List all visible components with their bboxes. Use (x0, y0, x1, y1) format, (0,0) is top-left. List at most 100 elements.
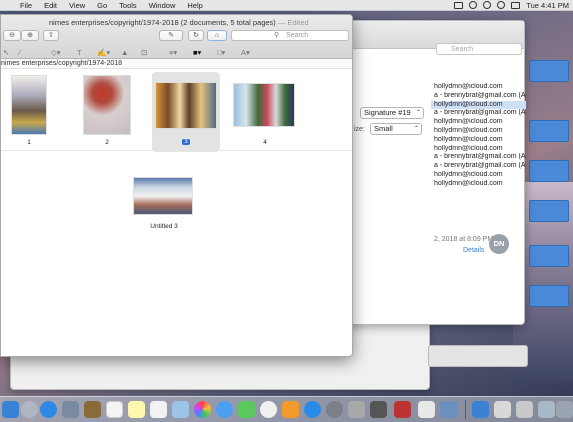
markup-toolbox-button[interactable]: ⌂ (207, 30, 227, 41)
battery-icon[interactable] (511, 1, 521, 9)
itunes-icon[interactable] (260, 401, 277, 418)
background-panel (428, 345, 528, 367)
finder-icon[interactable] (2, 401, 19, 418)
zoom-out-button[interactable]: ⊖ (3, 30, 21, 41)
document-divider (1, 150, 352, 151)
window-title-text: nimes enterprises/copyright/1974-2018 (2… (49, 18, 276, 27)
maps-icon[interactable] (172, 401, 189, 418)
size-select[interactable]: Small ⌃ (370, 123, 422, 135)
notes-icon[interactable] (128, 401, 145, 418)
document-thumbnail-untitled-3[interactable]: Untitled 3 (129, 175, 199, 249)
menu-file[interactable]: File (14, 1, 38, 10)
path-bar: nimes enterprises/copyright/1974-2018 (1, 59, 352, 69)
display-icon[interactable] (454, 1, 464, 9)
desktop-file-icon[interactable] (529, 160, 569, 182)
window-title: nimes enterprises/copyright/1974-2018 (2… (49, 18, 309, 27)
search-input[interactable]: ⚲ Search (231, 30, 349, 41)
recipient-row[interactable]: hollydmn@icloud.com (431, 100, 526, 110)
title-bar: nimes enterprises/copyright/1974-2018 (2… (1, 15, 352, 59)
menu-edit[interactable]: Edit (38, 1, 63, 10)
recipient-row[interactable]: hollydmn@icloud.com (431, 118, 526, 127)
menu-window[interactable]: Window (143, 1, 182, 10)
shapes-icon[interactable]: ◇▾ (51, 48, 61, 57)
sketch-icon[interactable]: ∕ (19, 48, 20, 57)
rotate-button[interactable]: ↻ (188, 30, 204, 41)
app-store-icon[interactable] (304, 401, 321, 418)
contacts-icon[interactable] (84, 401, 101, 418)
signature-value: Signature #19 (364, 108, 411, 117)
recipient-row[interactable]: hollydmn@icloud.com (431, 136, 526, 145)
desktop-file-icon[interactable] (529, 60, 569, 82)
preview-app-icon[interactable] (348, 401, 365, 418)
desktop-file-icon[interactable] (529, 245, 569, 267)
menubar-clock[interactable]: Tue 4:41 PM (526, 1, 569, 10)
acrobat-icon[interactable] (394, 401, 411, 418)
adjust-size-icon[interactable]: ⊡ (141, 48, 147, 57)
mail-search-input[interactable]: Search (436, 43, 522, 55)
markup-pen-button[interactable]: ✎ (159, 30, 183, 41)
bluetooth-icon[interactable] (483, 1, 492, 9)
document-label: Untitled 3 (150, 223, 178, 230)
share-button[interactable]: ⇧ (43, 30, 59, 41)
trash-icon[interactable] (556, 401, 573, 418)
signature-icon[interactable]: ✍▾ (97, 48, 110, 57)
page-label: 4 (263, 139, 267, 146)
minimized-window-icon[interactable] (516, 401, 533, 418)
text-selection-icon[interactable]: ↖ (3, 48, 9, 57)
photo-app-icon[interactable] (62, 401, 79, 418)
recipient-list: hollydmn@icloud.com a - brennybrat@gmail… (431, 83, 526, 189)
recipient-row[interactable]: hollydmn@icloud.com (431, 180, 526, 189)
preview-window[interactable]: nimes enterprises/copyright/1974-2018 (2… (0, 14, 353, 357)
line-style-icon[interactable]: ≡▾ (169, 48, 177, 57)
image-app-icon[interactable] (440, 401, 457, 418)
avatar: DN (489, 234, 509, 254)
page-thumbnail-2[interactable]: 2 (81, 75, 133, 149)
menu-view[interactable]: View (63, 1, 91, 10)
adjust-color-icon[interactable]: ▲ (121, 48, 128, 57)
text-style-icon[interactable]: A▾ (241, 48, 250, 57)
wifi-icon[interactable] (497, 1, 506, 9)
details-link[interactable]: Details (463, 247, 484, 254)
zoom-in-button[interactable]: ⊕ (21, 30, 39, 41)
safari-icon[interactable] (40, 401, 57, 418)
recipient-row[interactable]: a - brennybrat@gmail.com (All M (431, 162, 526, 171)
desktop-file-icon[interactable] (529, 120, 569, 142)
messages-icon[interactable] (216, 401, 233, 418)
fill-color-icon[interactable]: □▾ (217, 48, 225, 57)
menu-go[interactable]: Go (91, 1, 113, 10)
recipient-row[interactable]: a - brennybrat@gmail.com (All M (431, 109, 526, 118)
text-box-icon[interactable]: T (77, 48, 82, 57)
desktop-file-icon[interactable] (529, 285, 569, 307)
system-preferences-icon[interactable] (326, 401, 343, 418)
recipient-row[interactable]: hollydmn@icloud.com (431, 171, 526, 180)
recipient-row[interactable]: hollydmn@icloud.com (431, 83, 526, 92)
edited-indicator[interactable]: — Edited (276, 18, 309, 27)
reminders-icon[interactable] (150, 401, 167, 418)
launchpad-icon[interactable] (21, 401, 38, 418)
page-thumbnail-3[interactable]: 3 (152, 72, 220, 152)
facetime-icon[interactable] (238, 401, 255, 418)
documents-stack-icon[interactable] (494, 401, 511, 418)
desktop-file-icon[interactable] (529, 200, 569, 222)
ibooks-icon[interactable] (282, 401, 299, 418)
calendar-icon[interactable] (106, 401, 123, 418)
recipient-row[interactable]: a - brennybrat@gmail.com (All M (431, 92, 526, 101)
page-label: 1 (27, 139, 31, 146)
minimized-window-icon[interactable] (538, 401, 555, 418)
time-machine-icon[interactable] (469, 1, 478, 9)
photos-icon[interactable] (194, 401, 211, 418)
recipient-row[interactable]: hollydmn@icloud.com (431, 145, 526, 154)
downloads-folder-icon[interactable] (472, 401, 489, 418)
border-color-icon[interactable]: ■▾ (193, 48, 201, 57)
chevron-updown-icon: ⌃ (413, 126, 419, 132)
page-image (83, 75, 131, 135)
recipient-row[interactable]: hollydmn@icloud.com (431, 127, 526, 136)
recipient-row[interactable]: a - brennybrat@gmail.com (All M (431, 153, 526, 162)
page-thumbnail-4[interactable]: 4 (233, 75, 297, 149)
menu-tools[interactable]: Tools (113, 1, 143, 10)
utility-app-icon[interactable] (370, 401, 387, 418)
signature-select[interactable]: Signature #19 ⌃ (360, 107, 424, 119)
menu-help[interactable]: Help (181, 1, 208, 10)
page-thumbnail-1[interactable]: 1 (3, 75, 51, 149)
document-app-icon[interactable] (418, 401, 435, 418)
